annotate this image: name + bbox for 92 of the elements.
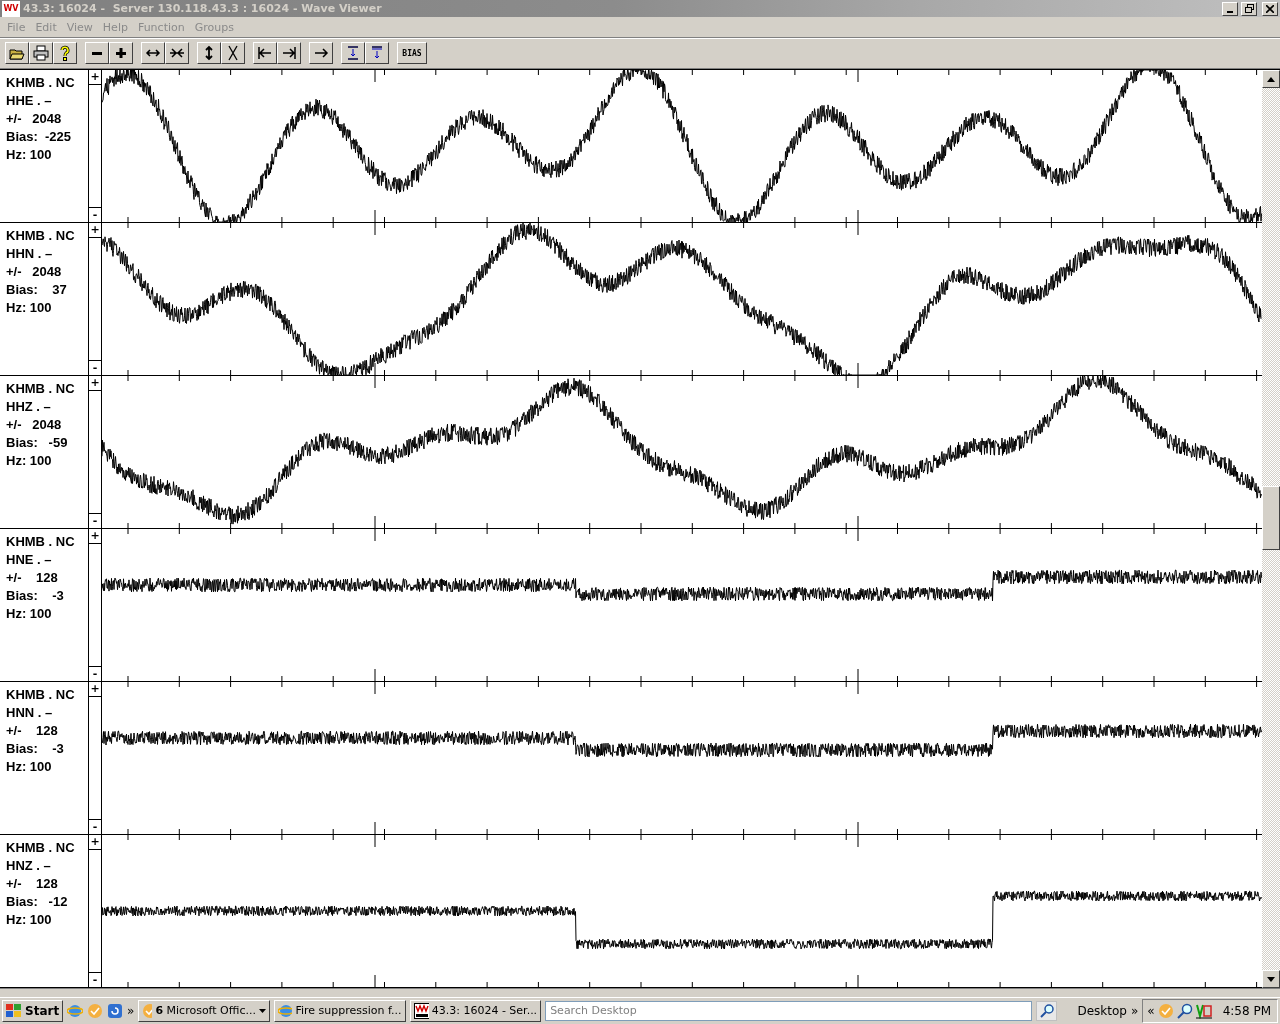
zoom-out-button[interactable]: [85, 42, 109, 65]
arrow-to-left-icon: [257, 45, 273, 62]
stretch-horizontal-button[interactable]: [141, 42, 165, 65]
minimize-button[interactable]: [1222, 1, 1238, 16]
rate-label: Hz: 100: [6, 452, 53, 470]
search-icon[interactable]: [1176, 1002, 1193, 1019]
bias-label: Bias: -3: [6, 740, 65, 758]
arrow-to-right-icon: [281, 45, 297, 62]
component-label: HHN . –: [6, 245, 54, 263]
scale-down-button[interactable]: -: [89, 207, 101, 222]
more-chevron[interactable]: »: [127, 1003, 135, 1018]
rate-label: Hz: 100: [6, 605, 53, 623]
minus-icon: [92, 51, 102, 55]
range-label: +/- 128: [6, 569, 59, 587]
scroll-thumb[interactable]: [1262, 486, 1280, 550]
down-arrow-icon: [1267, 976, 1275, 982]
help-button[interactable]: [53, 42, 77, 65]
bias-label: Bias: -3: [6, 587, 65, 605]
rate-label: Hz: 100: [6, 146, 53, 164]
go-start-button[interactable]: [253, 42, 277, 65]
compress-vertical-button[interactable]: [221, 42, 245, 65]
rate-label: Hz: 100: [6, 758, 53, 776]
go-end-button[interactable]: [277, 42, 301, 65]
bias-label: Bias: -12: [6, 893, 69, 911]
component-label: HNE . –: [6, 551, 53, 569]
close-button[interactable]: [1262, 1, 1278, 16]
scale-up-button[interactable]: +: [89, 529, 101, 544]
more-chevron[interactable]: »: [1131, 1003, 1139, 1018]
align-down-button[interactable]: [341, 42, 365, 65]
align-down-icon: [345, 45, 361, 62]
zoom-in-button[interactable]: [109, 42, 133, 65]
taskbar-button[interactable]: 6 Microsoft Offic...: [138, 999, 270, 1022]
rate-label: Hz: 100: [6, 299, 53, 317]
scale-up-button[interactable]: +: [89, 223, 101, 238]
scale-down-button[interactable]: -: [89, 972, 101, 987]
window-title: 43.3: 16024 - Server 130.118.43.3 : 16024 - Wave Viewer: [23, 2, 383, 16]
app-logo-icon: [413, 1002, 429, 1019]
taskbar-button[interactable]: Fire suppression f...: [273, 999, 406, 1022]
up-arrow-icon: [1267, 76, 1275, 82]
app-logo: WV: [2, 0, 20, 17]
restore-icon: [1244, 4, 1254, 14]
align-bottom-button[interactable]: [365, 42, 389, 65]
scroll-down-button[interactable]: [1262, 970, 1280, 988]
stretch-vertical-button[interactable]: [197, 42, 221, 65]
desktop-toolbar-label[interactable]: Desktop: [1077, 1003, 1127, 1018]
refresh-icon[interactable]: [107, 1002, 123, 1019]
scale-up-button[interactable]: +: [89, 70, 101, 85]
printer-icon: [33, 45, 49, 62]
component-label: HHE . –: [6, 92, 53, 110]
bias-label: Bias: -225: [6, 128, 73, 146]
station-label: KHMB . NC: [6, 839, 76, 857]
station-label: KHMB . NC: [6, 227, 76, 245]
open-button[interactable]: [5, 42, 29, 65]
scale-up-button[interactable]: +: [89, 682, 101, 697]
scale-down-button[interactable]: -: [89, 666, 101, 681]
range-label: +/- 2048: [6, 110, 63, 128]
station-label: KHMB . NC: [6, 74, 76, 92]
taskbar-button[interactable]: 43.3: 16024 - Ser...: [409, 999, 542, 1022]
restore-button[interactable]: [1241, 1, 1257, 16]
component-label: HHZ . –: [6, 398, 52, 416]
rate-label: Hz: 100: [6, 911, 53, 929]
close-icon: [1266, 4, 1274, 13]
range-label: +/- 2048: [6, 416, 63, 434]
compress-horizontal-button[interactable]: [165, 42, 189, 65]
scale-up-button[interactable]: +: [89, 376, 101, 391]
bias-button[interactable]: BIAS: [397, 42, 427, 65]
bias-label: Bias: 37: [6, 281, 68, 299]
browser-icon: [277, 1002, 293, 1019]
component-label: HNN . –: [6, 704, 54, 722]
range-label: +/- 2048: [6, 263, 63, 281]
forward-button[interactable]: [309, 42, 333, 65]
minimize-icon: [1227, 10, 1233, 13]
windows-flag-icon: [6, 1003, 22, 1018]
scale-up-button[interactable]: +: [89, 835, 101, 850]
range-label: +/- 128: [6, 875, 59, 893]
bias-label: Bias: -59: [6, 434, 69, 452]
station-label: KHMB . NC: [6, 380, 76, 398]
search-icon: [1039, 1003, 1054, 1018]
station-label: KHMB . NC: [6, 533, 76, 551]
range-label: +/- 128: [6, 722, 59, 740]
scale-down-button[interactable]: -: [89, 513, 101, 528]
clock: 4:58 PM: [1222, 1003, 1272, 1018]
scale-down-button[interactable]: -: [89, 819, 101, 834]
search-field[interactable]: Search Desktop: [545, 1000, 1032, 1021]
start-button[interactable]: Start: [2, 999, 64, 1022]
expand-tray-button[interactable]: «: [1147, 1003, 1155, 1018]
station-label: KHMB . NC: [6, 686, 76, 704]
print-button[interactable]: [29, 42, 53, 65]
search-button[interactable]: [1035, 1000, 1058, 1021]
scale-down-button[interactable]: -: [89, 360, 101, 375]
component-label: HNZ . –: [6, 857, 52, 875]
scroll-up-button[interactable]: [1262, 70, 1280, 88]
